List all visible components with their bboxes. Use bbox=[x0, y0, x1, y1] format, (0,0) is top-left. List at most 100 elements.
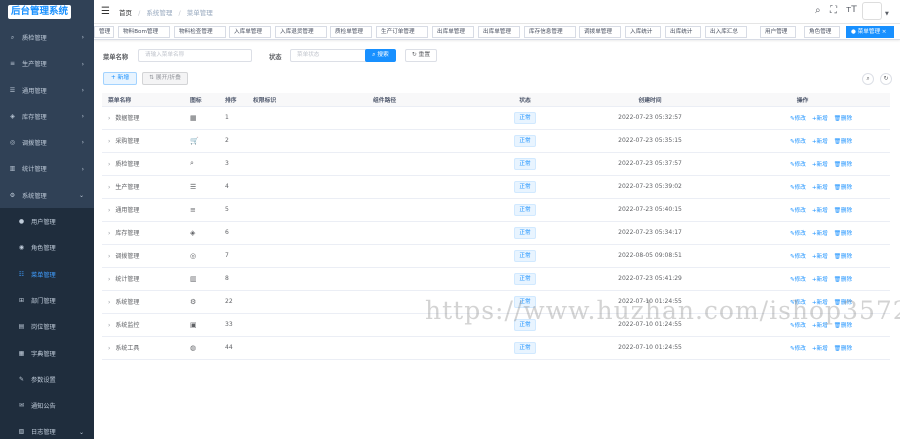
hamburger-icon[interactable]: ☰ bbox=[101, 6, 110, 17]
add-child-button[interactable]: +新增 bbox=[812, 277, 828, 283]
add-child-button[interactable]: +新增 bbox=[812, 116, 828, 122]
tag-item[interactable]: 出入库汇总 bbox=[705, 26, 747, 38]
table-row[interactable]: › 数据管理 ▦ 1 正常 2022-07-23 05:32:57 ✎修改 +新增 🗑删除 bbox=[102, 106, 890, 130]
edit-button[interactable]: ✎修改 bbox=[790, 346, 806, 352]
sidebar-item[interactable]: ✉ 通知公告 bbox=[0, 392, 94, 419]
sidebar-item[interactable]: ⊞ 部门管理 bbox=[0, 287, 94, 314]
add-button[interactable]: + 新增 bbox=[103, 72, 137, 85]
sidebar-item[interactable]: ● 用户管理 bbox=[0, 208, 94, 235]
edit-button[interactable]: ✎修改 bbox=[790, 162, 806, 168]
delete-button[interactable]: 🗑删除 bbox=[834, 185, 852, 191]
sidebar-item[interactable]: ✎ 参数设置 bbox=[0, 366, 94, 393]
table-row[interactable]: › 调拨管理 ◎ 7 正常 2022-08-05 09:08:51 ✎修改 +新增 🗑删除 bbox=[102, 244, 890, 268]
delete-button[interactable]: 🗑删除 bbox=[834, 300, 852, 306]
delete-button[interactable]: 🗑删除 bbox=[834, 231, 852, 237]
sidebar-item[interactable]: ▧ 日志管理 ⌄ bbox=[0, 418, 94, 439]
table-row[interactable]: › 质检管理 ⌕ 3 正常 2022-07-23 05:37:57 ✎修改 +新增 🗑删除 bbox=[102, 152, 890, 176]
expand-chevron-icon[interactable]: › bbox=[108, 184, 110, 191]
table-row[interactable]: › 通用管理 ≡ 5 正常 2022-07-23 05:40:15 ✎修改 +新增 🗑删除 bbox=[102, 198, 890, 222]
expand-collapse-button[interactable]: ⇅ 展开/折叠 bbox=[142, 72, 188, 85]
sidebar-item[interactable]: ≡ 生产管理 › bbox=[0, 51, 94, 77]
tag-item[interactable]: 出库单管理 bbox=[478, 26, 520, 38]
expand-chevron-icon[interactable]: › bbox=[108, 230, 110, 237]
sidebar-item[interactable]: ☰ 通用管理 › bbox=[0, 77, 94, 103]
expand-chevron-icon[interactable]: › bbox=[108, 299, 110, 306]
add-child-button[interactable]: +新增 bbox=[812, 346, 828, 352]
tag-item[interactable]: 用户管理 bbox=[760, 26, 796, 38]
add-child-button[interactable]: +新增 bbox=[812, 185, 828, 191]
tag-item[interactable]: 调拨单管理 bbox=[579, 26, 621, 38]
delete-button[interactable]: 🗑删除 bbox=[834, 162, 852, 168]
delete-button[interactable]: 🗑删除 bbox=[834, 139, 852, 145]
sidebar-item[interactable]: ▥ 统计管理 › bbox=[0, 156, 94, 182]
reset-button[interactable]: ↻ 重置 bbox=[405, 49, 437, 62]
tag-item[interactable]: 物料检查管理 bbox=[174, 26, 226, 38]
search-toggle-icon[interactable]: ⌕ bbox=[862, 73, 874, 85]
table-row[interactable]: › 库存管理 ◈ 6 正常 2022-07-23 05:34:17 ✎修改 +新增 🗑删除 bbox=[102, 221, 890, 245]
edit-button[interactable]: ✎修改 bbox=[790, 208, 806, 214]
refresh-icon[interactable]: ↻ bbox=[880, 73, 892, 85]
delete-button[interactable]: 🗑删除 bbox=[834, 208, 852, 214]
expand-chevron-icon[interactable]: › bbox=[108, 276, 110, 283]
edit-button[interactable]: ✎修改 bbox=[790, 139, 806, 145]
sidebar-item[interactable]: ▤ 岗位管理 bbox=[0, 313, 94, 340]
tag-item[interactable]: 生产订单管理 bbox=[376, 26, 428, 38]
add-child-button[interactable]: +新增 bbox=[812, 300, 828, 306]
add-child-button[interactable]: +新增 bbox=[812, 231, 828, 237]
expand-chevron-icon[interactable]: › bbox=[108, 161, 110, 168]
delete-button[interactable]: 🗑删除 bbox=[834, 346, 852, 352]
edit-button[interactable]: ✎修改 bbox=[790, 277, 806, 283]
tag-item[interactable]: 物料Bom管理 bbox=[118, 26, 170, 38]
tag-item[interactable]: ● 菜单管理 × bbox=[846, 26, 894, 38]
edit-button[interactable]: ✎修改 bbox=[790, 231, 806, 237]
caret-down-icon[interactable]: ▼ bbox=[885, 11, 889, 17]
sidebar-item[interactable]: ☷ 菜单管理 bbox=[0, 260, 94, 288]
edit-button[interactable]: ✎修改 bbox=[790, 116, 806, 122]
delete-button[interactable]: 🗑删除 bbox=[834, 116, 852, 122]
font-size-icon[interactable]: ᴛT bbox=[846, 5, 857, 15]
delete-button[interactable]: 🗑删除 bbox=[834, 323, 852, 329]
table-row[interactable]: › 系统监控 ▣ 33 正常 2022-07-10 01:24:55 ✎修改 +新增 🗑删除 bbox=[102, 313, 890, 337]
table-row[interactable]: › 系统工具 ◍ 44 正常 2022-07-10 01:24:55 ✎修改 +新增 🗑删除 bbox=[102, 336, 890, 360]
sidebar-item[interactable]: ◈ 库存管理 › bbox=[0, 103, 94, 129]
add-child-button[interactable]: +新增 bbox=[812, 254, 828, 260]
sidebar-item[interactable]: ⌕ 质检管理 › bbox=[0, 24, 94, 50]
delete-button[interactable]: 🗑删除 bbox=[834, 277, 852, 283]
tag-item[interactable]: 出库单管理 bbox=[432, 26, 474, 38]
fullscreen-icon[interactable]: ⛶ bbox=[830, 5, 837, 16]
tag-item[interactable]: 质检单管理 bbox=[330, 26, 372, 38]
add-child-button[interactable]: +新增 bbox=[812, 323, 828, 329]
tag-item[interactable]: 库存信息管理 bbox=[524, 26, 576, 38]
tag-item[interactable]: 入库退货管理 bbox=[275, 26, 327, 38]
breadcrumb-home[interactable]: 首页 bbox=[119, 9, 132, 17]
table-row[interactable]: › 系统管理 ⚙ 22 正常 2022-07-10 01:24:55 ✎修改 +新增 🗑删除 bbox=[102, 290, 890, 314]
sidebar-item[interactable]: ⚙ 系统管理 ⌄ bbox=[0, 182, 94, 208]
expand-chevron-icon[interactable]: › bbox=[108, 345, 110, 352]
search-button[interactable]: ⌕ 搜索 bbox=[365, 49, 396, 62]
expand-chevron-icon[interactable]: › bbox=[108, 322, 110, 329]
table-row[interactable]: › 统计管理 ▥ 8 正常 2022-07-23 05:41:29 ✎修改 +新增 🗑删除 bbox=[102, 267, 890, 291]
delete-button[interactable]: 🗑删除 bbox=[834, 254, 852, 260]
tag-item[interactable]: 角色管理 bbox=[804, 26, 840, 38]
table-row[interactable]: › 采购管理 🛒 2 正常 2022-07-23 05:35:15 ✎修改 +新增 🗑删除 bbox=[102, 129, 890, 153]
expand-chevron-icon[interactable]: › bbox=[108, 253, 110, 260]
menu-name-input[interactable]: 请输入菜单名称 bbox=[138, 49, 252, 62]
search-icon[interactable]: ⌕ bbox=[815, 5, 821, 16]
add-child-button[interactable]: +新增 bbox=[812, 139, 828, 145]
expand-chevron-icon[interactable]: › bbox=[108, 207, 110, 214]
expand-chevron-icon[interactable]: › bbox=[108, 138, 110, 145]
add-child-button[interactable]: +新增 bbox=[812, 162, 828, 168]
table-row[interactable]: › 生产管理 ☰ 4 正常 2022-07-23 05:39:02 ✎修改 +新增 🗑删除 bbox=[102, 175, 890, 199]
add-child-button[interactable]: +新增 bbox=[812, 208, 828, 214]
edit-button[interactable]: ✎修改 bbox=[790, 254, 806, 260]
tag-item[interactable]: 管理 bbox=[94, 26, 114, 38]
avatar[interactable] bbox=[862, 2, 882, 20]
sidebar-item[interactable]: ▦ 字典管理 bbox=[0, 339, 94, 367]
edit-button[interactable]: ✎修改 bbox=[790, 185, 806, 191]
tag-item[interactable]: 入库统计 bbox=[625, 26, 661, 38]
sidebar-item[interactable]: ◎ 调拨管理 › bbox=[0, 129, 94, 155]
sidebar-item[interactable]: ◉ 角色管理 bbox=[0, 234, 94, 261]
tag-item[interactable]: 出库统计 bbox=[665, 26, 701, 38]
edit-button[interactable]: ✎修改 bbox=[790, 323, 806, 329]
expand-chevron-icon[interactable]: › bbox=[108, 115, 110, 122]
